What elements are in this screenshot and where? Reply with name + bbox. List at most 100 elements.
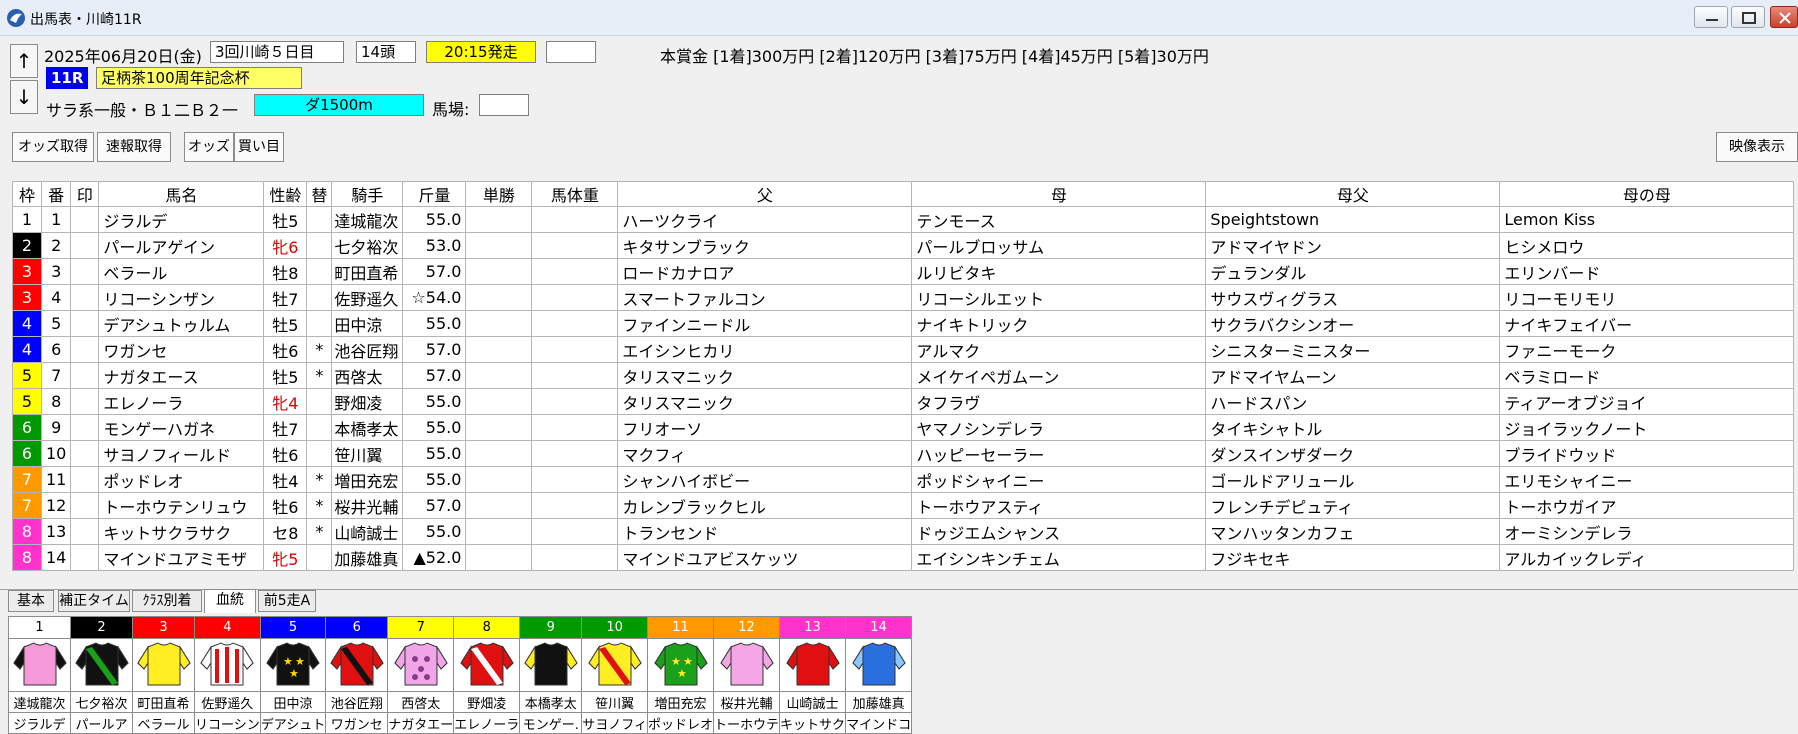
jockey-name: 笹川翼 <box>331 440 404 467</box>
sire: ロードカナロア <box>617 258 913 285</box>
kae-mark <box>306 414 333 441</box>
col-dam-dam[interactable]: 母の母 <box>1499 181 1795 207</box>
horse-number: 9 <box>40 414 72 441</box>
sire: フリオーソ <box>617 414 913 441</box>
body-weight <box>531 466 619 493</box>
waku-cell: 4 <box>12 310 42 337</box>
silk-horse: トーホウテ <box>713 712 781 734</box>
mark-cell <box>70 258 100 285</box>
silk-horse: サヨノフィ <box>581 712 649 734</box>
table-row[interactable]: 6 10 サヨノフィールド 牡6 笹川翼 55.0 マクフィ ハッピーセーラー ダンスインザダー… <box>12 440 1795 467</box>
extra-field[interactable] <box>546 41 596 63</box>
table-row[interactable]: 8 13 キットサクラサク セ8 * 山崎誠士 55.0 トランセンド ドゥジエムシャンス マンハ… <box>12 518 1795 545</box>
minimize-button[interactable] <box>1694 6 1728 28</box>
jockey-name: 佐野遥久 <box>331 284 404 311</box>
body-weight <box>531 362 619 389</box>
dam-dam: ナイキフェイバー <box>1499 310 1795 337</box>
sire: エイシンヒカリ <box>617 336 913 363</box>
tab-basic[interactable]: 基本 <box>8 590 54 612</box>
col-sire[interactable]: 父 <box>617 181 913 207</box>
col-dam[interactable]: 母 <box>911 181 1207 207</box>
win-odds <box>465 336 533 363</box>
table-row[interactable]: 2 2 パールアゲイン 牝6 七夕裕次 53.0 キタサンブラック パールブロッサム アドマイヤ… <box>12 232 1795 259</box>
col-mark[interactable]: 印 <box>70 181 100 207</box>
mark-cell <box>70 232 100 259</box>
dam-dam: ファニーモーク <box>1499 336 1795 363</box>
dam-dam: エリモシャイニー <box>1499 466 1795 493</box>
silk-number: 6 <box>325 616 389 639</box>
horse-name: デアシュトゥルム <box>98 310 265 337</box>
table-row[interactable]: 3 3 ベラール 牡8 町田直希 57.0 ロードカナロア ルリビタキ デュランダル エリンバード <box>12 258 1795 285</box>
bets-button[interactable]: 買い目 <box>234 132 284 162</box>
kae-mark <box>306 544 333 571</box>
svg-text:★: ★ <box>677 667 687 680</box>
next-race-button[interactable]: ↓ <box>10 80 38 114</box>
col-no[interactable]: 番 <box>40 181 72 207</box>
win-odds <box>465 388 533 415</box>
table-row[interactable]: 7 11 ポッドレオ 牡4 * 増田充宏 55.0 シャンハイボビー ポッドシャイニー ゴールドア… <box>12 466 1795 493</box>
mark-cell <box>70 414 100 441</box>
horse-number: 12 <box>40 492 72 519</box>
silk-number: 7 <box>387 616 455 639</box>
waku-cell: 3 <box>12 284 42 311</box>
tab-pedigree[interactable]: 血統 <box>204 589 256 613</box>
video-button[interactable]: 映像表示 <box>1716 132 1798 162</box>
body-weight <box>531 206 619 233</box>
horse-number: 14 <box>40 544 72 571</box>
weight: ☆54.0 <box>402 284 467 311</box>
waku-cell: 5 <box>12 362 42 389</box>
close-button[interactable] <box>1770 6 1798 28</box>
maximize-button[interactable] <box>1731 6 1765 28</box>
table-row[interactable]: 6 9 モンゲーハガネ 牡7 本橋孝太 55.0 フリオーソ ヤマノシンデレラ タイキシャトルジ… <box>12 414 1795 441</box>
col-sex-age[interactable]: 性齢 <box>263 181 308 207</box>
col-kae[interactable]: 替 <box>306 181 333 207</box>
odds-fetch-button[interactable]: オッズ取得 <box>12 132 94 162</box>
kae-mark: * <box>306 362 333 389</box>
win-odds <box>465 518 533 545</box>
weight: 57.0 <box>402 336 467 363</box>
odds-button[interactable]: オッズ <box>184 132 234 162</box>
table-row[interactable]: 5 8 エレノーラ 牝4 野畑凌 55.0 タリスマニック タフラヴ ハードスパン ティアーオブジ… <box>12 388 1795 415</box>
waku-cell: 4 <box>12 336 42 363</box>
dam-sire: ゴールドアリュール <box>1205 466 1501 493</box>
table-row[interactable]: 7 12 トーホウテンリュウ 牡6 * 桜井光輔 57.0 カレンブラックヒル トーホウアスティ… <box>12 492 1795 519</box>
tab-last5-a[interactable]: 前5走A <box>258 590 316 612</box>
silk-jockey: 西啓太 <box>387 691 455 713</box>
body-weight <box>531 492 619 519</box>
table-row[interactable]: 4 5 デアシュトゥルム 牡5 田中涼 55.0 ファインニードル ナイキトリック サクラバクシ… <box>12 310 1795 337</box>
horse-number: 4 <box>40 284 72 311</box>
weight: ▲52.0 <box>402 544 467 571</box>
dam-sire: フジキセキ <box>1205 544 1501 571</box>
prev-race-button[interactable]: ↑ <box>10 44 38 78</box>
tab-adjusted-time[interactable]: 補正タイム <box>58 590 130 612</box>
table-row[interactable]: 4 6 ワガンセ 牡6 * 池谷匠翔 57.0 エイシンヒカリ アルマク シニスターミニスター ファ… <box>12 336 1795 363</box>
sex-age: 牡6 <box>263 492 308 519</box>
silk-horse: マインドコ <box>845 712 913 734</box>
dam-sire: マンハッタンカフェ <box>1205 518 1501 545</box>
baba-field[interactable] <box>479 94 529 116</box>
col-weight[interactable]: 斤量 <box>402 181 467 207</box>
table-row[interactable]: 3 4 リコーシンザン 牡7 佐野遥久 ☆54.0 スマートファルコン リコーシルエット サウス… <box>12 284 1795 311</box>
col-win-odds[interactable]: 単勝 <box>465 181 533 207</box>
col-waku[interactable]: 枠 <box>12 181 42 207</box>
sex-age: 牡5 <box>263 362 308 389</box>
dam: テンモース <box>911 206 1207 233</box>
window-title: 出馬表・川崎11R <box>30 12 142 28</box>
dam-dam: ヒシメロウ <box>1499 232 1795 259</box>
table-row[interactable]: 1 1 ジラルデ 牡5 達城龍次 55.0 ハーツクライ テンモース Speightstown L… <box>12 206 1795 233</box>
result-fetch-button[interactable]: 速報取得 <box>97 132 171 162</box>
table-row[interactable]: 8 14 マインドユアミモザ 牝5 加藤雄真 ▲52.0 マインドユアビスケッツ エイシンキン… <box>12 544 1795 571</box>
win-odds <box>465 440 533 467</box>
waku-cell: 1 <box>12 206 42 233</box>
silk-icon <box>132 638 195 692</box>
col-dam-sire[interactable]: 母父 <box>1205 181 1501 207</box>
entry-table: 枠 番 印 馬名 性齢 替 騎手 斤量 単勝 馬体重 父 母 母父 母の母 11… <box>12 181 1795 571</box>
col-jockey[interactable]: 騎手 <box>331 181 404 207</box>
silk-icon <box>194 638 261 692</box>
col-body-weight[interactable]: 馬体重 <box>531 181 619 207</box>
dam-sire: アドマイヤムーン <box>1205 362 1501 389</box>
sex-age: 牝5 <box>263 544 308 571</box>
tab-class-results[interactable]: ｸﾗｽ別着 <box>132 590 202 612</box>
col-name[interactable]: 馬名 <box>98 181 265 207</box>
table-row[interactable]: 5 7 ナガタエース 牡5 * 西啓太 57.0 タリスマニック メイケイペガムーン アドマイヤム… <box>12 362 1795 389</box>
